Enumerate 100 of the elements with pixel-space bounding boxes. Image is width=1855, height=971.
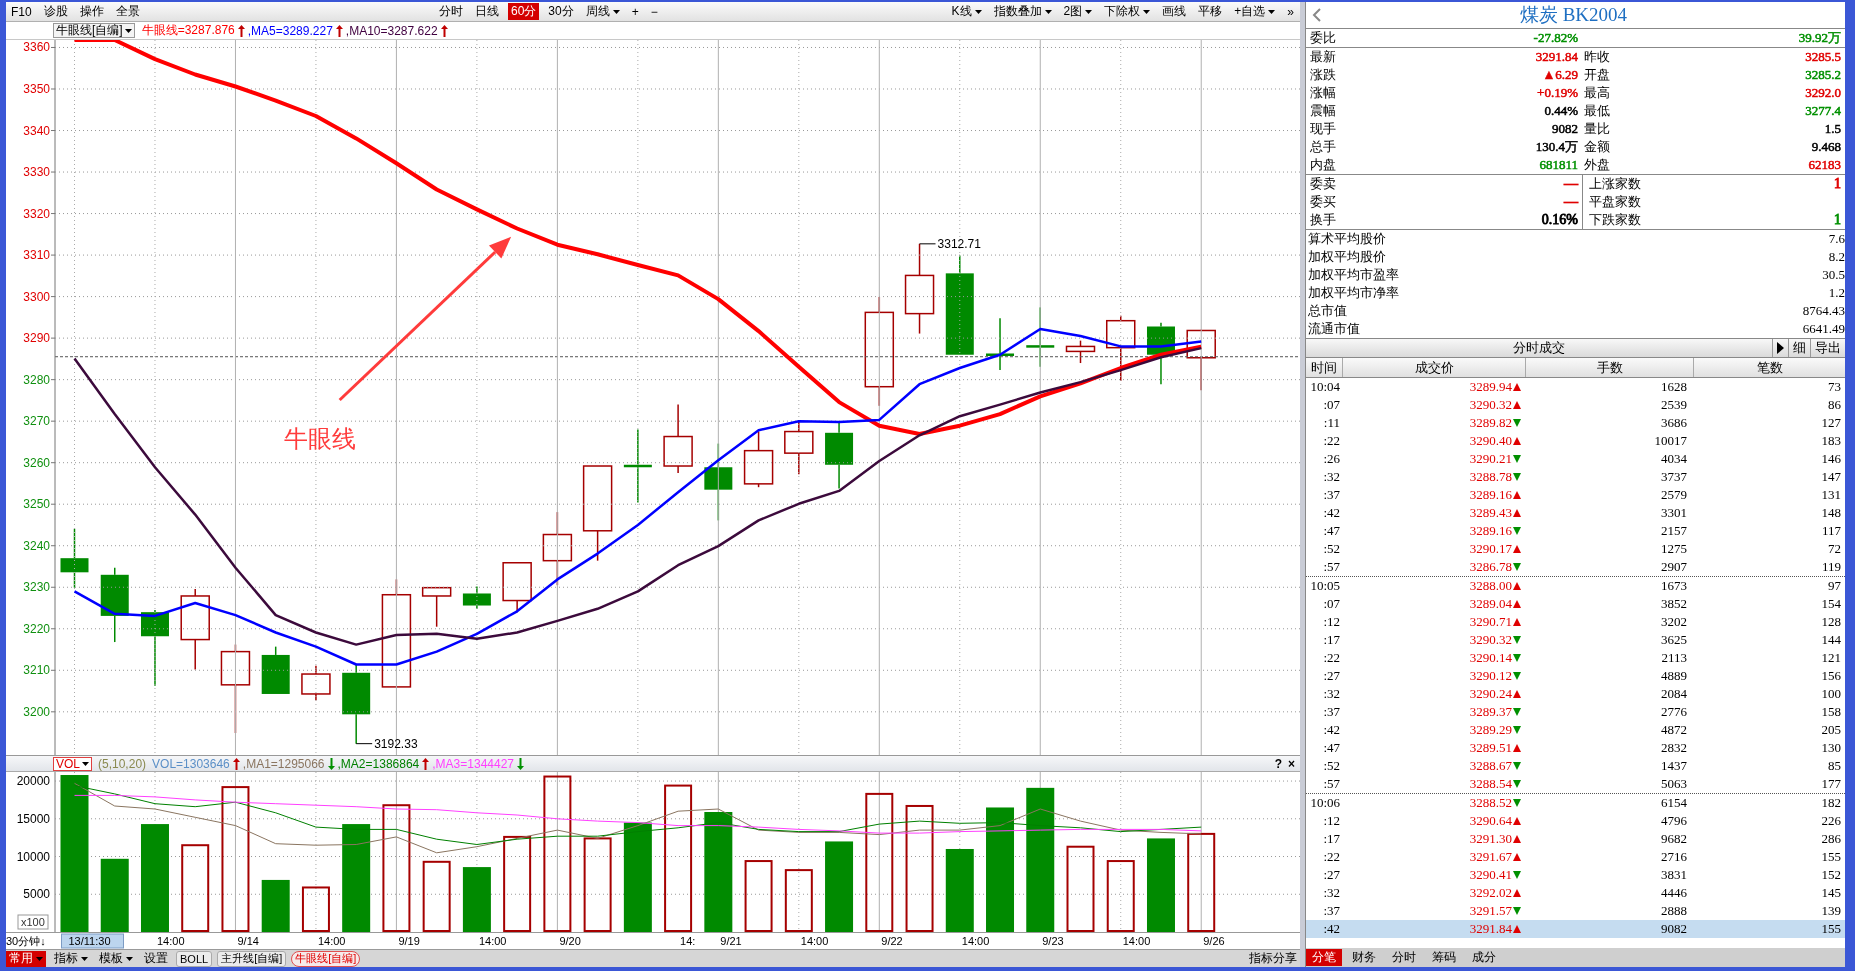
toolbar-button[interactable]: +自选 xyxy=(1231,3,1279,20)
indicator-tab[interactable]: BOLL xyxy=(176,950,213,967)
menu-button[interactable]: 指标 xyxy=(51,950,91,967)
panel-tab[interactable]: 筹码 xyxy=(1426,949,1462,966)
table-row[interactable]: :32 3288.78 3737 147 xyxy=(1306,468,1845,486)
table-cell-text: 9082 xyxy=(1660,920,1688,938)
table-cell-text: 2832 xyxy=(1660,739,1688,757)
menu-item[interactable]: 全景 xyxy=(112,3,143,20)
share-button[interactable]: 指标分享 xyxy=(1246,950,1300,967)
header-button[interactable]: 导出 xyxy=(1810,339,1845,357)
indicator-value: ,MA2=1386864 xyxy=(337,756,420,771)
table-cell-text: 6154 xyxy=(1660,794,1688,812)
table-cell-text: 3831 xyxy=(1660,866,1688,884)
period-tab[interactable]: 分时 xyxy=(436,3,466,20)
table-row[interactable]: :07 3290.32 2539 86 xyxy=(1306,396,1845,414)
indicator-tab[interactable]: 主升线[自编] xyxy=(217,950,287,967)
table-row[interactable]: :52 3288.67 1437 85 xyxy=(1306,757,1845,775)
table-row[interactable]: :07 3289.04 3852 154 xyxy=(1306,595,1845,613)
table-row[interactable]: 10:04 3289.94 1628 73 xyxy=(1306,378,1845,396)
table-cell-text: :52 xyxy=(1322,757,1341,775)
table-row[interactable]: :32 3290.24 2084 100 xyxy=(1306,685,1845,703)
table-cell-text: :57 xyxy=(1322,775,1341,793)
field-label: 内盘 xyxy=(1310,156,1337,174)
table-cell-text: :27 xyxy=(1322,866,1341,884)
table-row[interactable]: :42 3289.43 3301 148 xyxy=(1306,504,1845,522)
toolbar-button[interactable]: K线 xyxy=(948,3,985,20)
table-row[interactable]: 10:06 3288.52 6154 182 xyxy=(1306,794,1845,812)
table-row[interactable]: :27 3290.12 4889 156 xyxy=(1306,667,1845,685)
table-cell-text: 155 xyxy=(1820,920,1842,938)
table-row[interactable]: :26 3290.21 4034 146 xyxy=(1306,450,1845,468)
table-row[interactable]: :12 3290.71 3202 128 xyxy=(1306,613,1845,631)
zoom-out-button[interactable]: − xyxy=(647,3,661,20)
toolbar-button[interactable]: 平移 xyxy=(1195,3,1226,20)
zoom-in-button[interactable]: + xyxy=(628,3,642,20)
table-row[interactable]: :37 3291.57 2888 139 xyxy=(1306,902,1845,920)
indicator-dropdown[interactable]: VOL xyxy=(53,756,92,771)
panel-tab[interactable]: 财务 xyxy=(1346,949,1382,966)
axis-label: 3340 xyxy=(23,123,50,138)
leader-line xyxy=(355,743,373,745)
panel-tab[interactable]: 分时 xyxy=(1386,949,1422,966)
table-row[interactable]: :27 3290.41 3831 152 xyxy=(1306,866,1845,884)
table-cell-text: 2579 xyxy=(1660,486,1688,504)
field-label: 开盘 xyxy=(1583,66,1611,84)
field-value: 9082 xyxy=(1552,120,1578,138)
period-tab[interactable]: 30分 xyxy=(545,3,577,20)
table-row[interactable]: :22 3290.14 2113 121 xyxy=(1306,649,1845,667)
toolbar-button[interactable]: 下除权 xyxy=(1101,3,1154,20)
column-header: 成交价 xyxy=(1342,358,1525,377)
indicator-tab[interactable]: 牛眼线[自编] xyxy=(291,950,361,967)
table-row[interactable]: :22 3291.67 2716 155 xyxy=(1306,848,1845,866)
table-row[interactable]: :32 3292.02 4446 145 xyxy=(1306,884,1845,902)
axis-label: 3260 xyxy=(23,455,50,470)
table-cell-text: 119 xyxy=(1820,558,1842,576)
period-tab[interactable]: 60分 xyxy=(508,3,540,20)
header-button[interactable]: 细 xyxy=(1788,339,1810,357)
table-cell-text: 2776 xyxy=(1660,703,1688,721)
table-row[interactable]: :47 3289.16 2157 117 xyxy=(1306,522,1845,540)
toolbar-button[interactable]: 指数叠加 xyxy=(990,3,1055,20)
field-value: 3285.5 xyxy=(1805,48,1841,66)
table-cell-text: 4872 xyxy=(1660,721,1688,739)
table-cell-text: 86 xyxy=(1827,396,1842,414)
table-row[interactable]: :37 3289.16 2579 131 xyxy=(1306,486,1845,504)
menu-item[interactable]: F10 xyxy=(8,3,35,20)
menu-button[interactable]: 常用 xyxy=(6,950,46,967)
table-row[interactable]: :42 3289.29 4872 205 xyxy=(1306,721,1845,739)
axis-label: 3290 xyxy=(23,331,50,346)
field-label: 现手 xyxy=(1310,120,1337,138)
table-row[interactable]: 10:05 3288.00 1673 97 xyxy=(1306,577,1845,595)
toolbar-button[interactable]: 2图 xyxy=(1060,3,1096,20)
menu-item[interactable]: 诊股 xyxy=(40,3,71,20)
table-row[interactable]: :11 3289.82 3686 127 xyxy=(1306,414,1845,432)
panel-tab[interactable]: 分笔 xyxy=(1306,949,1342,966)
table-row[interactable]: :52 3290.17 1275 72 xyxy=(1306,540,1845,558)
table-row[interactable]: :37 3289.37 2776 158 xyxy=(1306,703,1845,721)
panel-tab[interactable]: 成分 xyxy=(1466,949,1502,966)
indicator-dropdown[interactable]: 牛眼线[自编] xyxy=(53,23,135,38)
period-tab[interactable]: 日线 xyxy=(472,3,502,20)
menu-button[interactable]: 模板 xyxy=(96,950,136,967)
table-row[interactable]: :22 3290.40 10017 183 xyxy=(1306,432,1845,450)
toolbar-button[interactable]: » xyxy=(1284,3,1297,20)
table-row[interactable]: :42 3291.84 9082 155 xyxy=(1306,920,1845,938)
period-tab[interactable]: 周线 xyxy=(582,3,623,20)
toolbar-button[interactable]: 画线 xyxy=(1159,3,1190,20)
volume-bar xyxy=(422,860,451,932)
field-value: 3277.4 xyxy=(1805,102,1841,120)
menu-item[interactable]: 操作 xyxy=(76,3,107,20)
table-cell-text: 1628 xyxy=(1660,378,1688,396)
help-button[interactable]: ? xyxy=(1272,756,1284,771)
table-row[interactable]: :17 3291.30 9682 286 xyxy=(1306,830,1845,848)
table-row[interactable]: :47 3289.51 2832 130 xyxy=(1306,739,1845,757)
field-label: 委比 xyxy=(1310,29,1337,47)
field-value: 7.6 xyxy=(1828,230,1845,248)
field-value: 30.5 xyxy=(1822,266,1845,284)
table-row[interactable]: :57 3288.54 5063 177 xyxy=(1306,775,1845,793)
table-row[interactable]: :57 3286.78 2907 119 xyxy=(1306,558,1845,576)
table-row[interactable]: :17 3290.32 3625 144 xyxy=(1306,631,1845,649)
chevron-left-icon[interactable] xyxy=(1312,8,1322,22)
close-button[interactable]: × xyxy=(1286,756,1297,771)
table-row[interactable]: :12 3290.64 4796 226 xyxy=(1306,812,1845,830)
settings-button[interactable]: 设置 xyxy=(141,950,171,967)
